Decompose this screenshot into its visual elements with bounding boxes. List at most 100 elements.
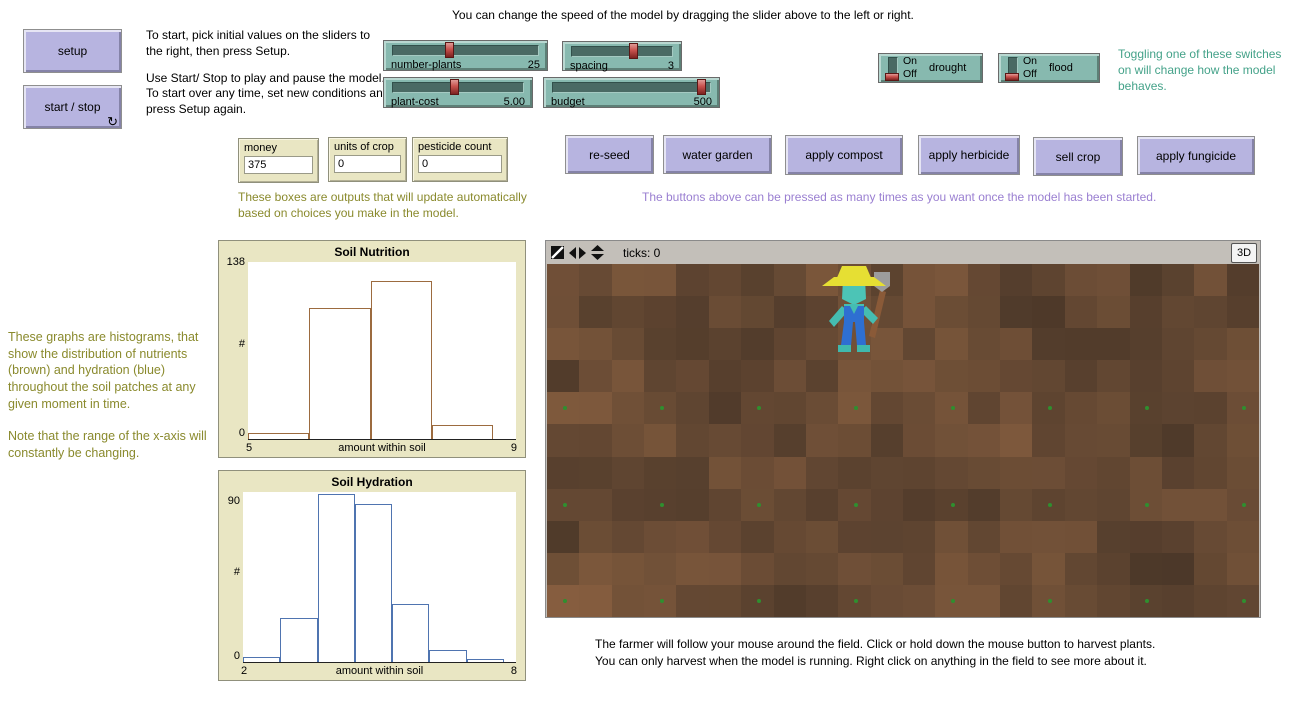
field-help-line-1: The farmer will follow your mouse around… — [595, 636, 1155, 653]
soil-patch — [1032, 521, 1064, 553]
switch-slot[interactable] — [888, 57, 898, 80]
soil-patch — [968, 553, 1000, 585]
soil-patch — [547, 360, 579, 392]
vertical-arrows-icon — [591, 245, 604, 260]
soil-patch — [1065, 457, 1097, 489]
soil-patch — [1000, 296, 1032, 328]
soil-patch — [579, 424, 611, 456]
x-axis-label: amount within soil — [248, 442, 516, 454]
slider-track[interactable] — [571, 46, 673, 57]
units-of-crop-monitor: units of crop 0 — [328, 137, 407, 182]
soil-patch — [1130, 521, 1162, 553]
soil-patch — [741, 457, 773, 489]
soil-patch — [1097, 489, 1129, 521]
number-plants-slider[interactable]: number-plants 25 — [383, 40, 548, 71]
soil-patch — [774, 328, 806, 360]
soil-patch — [612, 296, 644, 328]
slider-value: 3 — [668, 60, 674, 72]
setup-button[interactable]: setup — [23, 29, 122, 73]
soil-field[interactable] — [547, 264, 1259, 617]
plot-title: Soil Nutrition — [219, 245, 525, 259]
soil-patch — [903, 424, 935, 456]
world-view[interactable]: ticks: 0 3D — [545, 240, 1261, 618]
y-axis-max-label: 138 — [221, 256, 245, 268]
plant-seedling — [660, 503, 664, 507]
switch-handle[interactable] — [1005, 73, 1019, 81]
soil-patch — [806, 360, 838, 392]
soil-patch — [612, 392, 644, 424]
slider-handle[interactable] — [697, 79, 706, 95]
soil-patch — [838, 360, 870, 392]
ticks-counter: ticks: 0 — [623, 246, 660, 260]
soil-patch — [709, 360, 741, 392]
soil-patch — [1162, 392, 1194, 424]
soil-patch — [1227, 457, 1259, 489]
soil-patch — [1130, 553, 1162, 585]
soil-patch — [806, 553, 838, 585]
plant-cost-slider[interactable]: plant-cost 5.00 — [383, 77, 533, 108]
soil-patch — [676, 585, 708, 617]
soil-patch — [676, 392, 708, 424]
slider-track[interactable] — [552, 82, 711, 93]
apply-herbicide-button[interactable]: apply herbicide — [918, 135, 1020, 175]
soil-patch — [579, 521, 611, 553]
soil-patch — [1097, 264, 1129, 296]
slider-handle[interactable] — [629, 43, 638, 59]
soil-patch — [1194, 264, 1226, 296]
budget-slider[interactable]: budget 500 — [543, 77, 720, 108]
water-garden-button[interactable]: water garden — [663, 135, 772, 174]
monitor-label: units of crop — [334, 141, 401, 153]
slider-handle[interactable] — [445, 42, 454, 58]
soil-patch — [579, 392, 611, 424]
3d-button[interactable]: 3D — [1231, 243, 1257, 263]
soil-patch — [612, 489, 644, 521]
re-seed-button[interactable]: re-seed — [565, 135, 654, 174]
monitor-value: 0 — [334, 155, 401, 173]
soil-patch — [1000, 264, 1032, 296]
drought-switch[interactable]: On Off drought — [878, 53, 983, 83]
soil-patch — [1065, 553, 1097, 585]
switch-slot[interactable] — [1008, 57, 1018, 80]
soil-patch — [1065, 360, 1097, 392]
speed-slider-note: You can change the speed of the model by… — [452, 8, 914, 24]
apply-compost-button[interactable]: apply compost — [785, 135, 903, 175]
slider-track[interactable] — [392, 45, 539, 56]
soil-patch — [903, 553, 935, 585]
histogram-bar — [355, 504, 392, 662]
soil-patch — [676, 264, 708, 296]
soil-patch — [1000, 457, 1032, 489]
soil-patch — [774, 489, 806, 521]
soil-patch — [1065, 296, 1097, 328]
soil-patch — [774, 521, 806, 553]
soil-patch — [1194, 360, 1226, 392]
soil-patch — [774, 296, 806, 328]
x-axis-max-label: 9 — [511, 442, 517, 454]
soil-patch — [709, 392, 741, 424]
spacing-slider[interactable]: spacing 3 — [562, 41, 682, 71]
soil-patch — [644, 424, 676, 456]
soil-patch — [1194, 585, 1226, 617]
flood-switch[interactable]: On Off flood — [998, 53, 1100, 83]
histogram-bar — [429, 650, 466, 662]
soil-patch — [1065, 585, 1097, 617]
soil-patch — [709, 328, 741, 360]
instructions-text: To start, pick initial values on the sli… — [146, 28, 390, 118]
farmer-sprite[interactable] — [814, 264, 894, 364]
switch-handle[interactable] — [885, 73, 899, 81]
soil-patch — [968, 457, 1000, 489]
soil-patch — [968, 296, 1000, 328]
soil-hydration-plot: Soil Hydration 90 # 0 2 amount within so… — [218, 470, 526, 681]
soil-patch — [1194, 521, 1226, 553]
button-label: apply herbicide — [929, 148, 1010, 162]
soil-patch — [579, 489, 611, 521]
start-stop-button[interactable]: start / stop ↻ — [23, 85, 122, 129]
slider-value: 25 — [528, 59, 540, 71]
slider-track[interactable] — [392, 82, 524, 93]
slider-handle[interactable] — [450, 79, 459, 95]
soil-patch — [1000, 392, 1032, 424]
soil-patch — [612, 553, 644, 585]
sell-crop-button[interactable]: sell crop — [1033, 137, 1123, 176]
apply-fungicide-button[interactable]: apply fungicide — [1137, 136, 1255, 175]
soil-patch — [709, 585, 741, 617]
switch-on-label: On — [1023, 55, 1037, 68]
